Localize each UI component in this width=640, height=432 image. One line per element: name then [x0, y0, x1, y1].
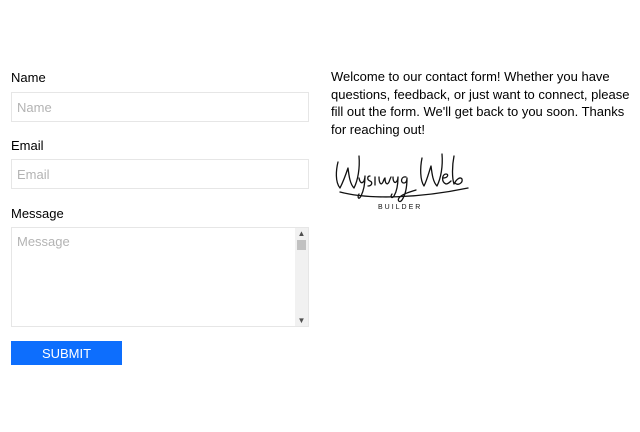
message-label: Message: [11, 206, 64, 221]
signature-logo-icon: [335, 153, 469, 203]
message-field: ▲ ▼: [11, 227, 309, 327]
email-input[interactable]: [11, 159, 309, 189]
message-textarea[interactable]: [12, 228, 296, 326]
message-scrollbar[interactable]: ▲ ▼: [295, 228, 308, 326]
scroll-down-arrow-icon[interactable]: ▼: [295, 315, 308, 326]
contact-page: Name Email Message ▲ ▼ SUBMIT Welcome to…: [0, 0, 640, 432]
scroll-thumb[interactable]: [297, 240, 306, 250]
logo-subtitle: BUILDER: [378, 204, 423, 211]
submit-button[interactable]: SUBMIT: [11, 341, 122, 365]
intro-text: Welcome to our contact form! Whether you…: [331, 69, 630, 137]
email-label: Email: [11, 138, 44, 153]
wysiwyg-web-builder-logo: BUILDER: [330, 148, 475, 218]
name-label: Name: [11, 70, 46, 85]
name-input[interactable]: [11, 92, 309, 122]
scroll-up-arrow-icon[interactable]: ▲: [295, 228, 308, 239]
